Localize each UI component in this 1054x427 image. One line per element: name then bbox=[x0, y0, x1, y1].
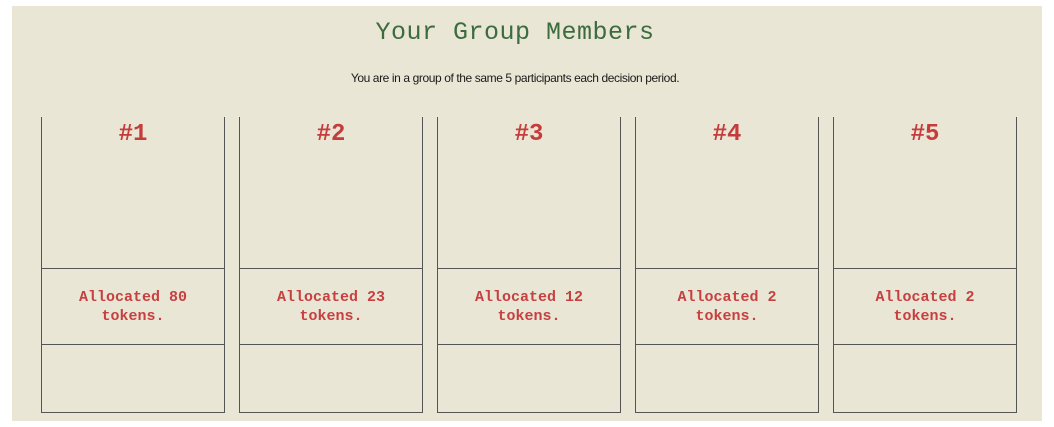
allocation-box: Allocated 23 tokens. bbox=[239, 268, 423, 345]
allocation-text: Allocated 23 tokens. bbox=[276, 288, 386, 325]
allocation-text: Allocated 12 tokens. bbox=[474, 288, 584, 325]
allocation-text: Allocated 2 tokens. bbox=[677, 288, 777, 325]
member-card-3: #3 Allocated 12 tokens. bbox=[437, 117, 621, 413]
member-card-5: #5 Allocated 2 tokens. bbox=[833, 117, 1017, 413]
member-card-frame bbox=[239, 117, 423, 413]
member-card-2: #2 Allocated 23 tokens. bbox=[239, 117, 423, 413]
page-title: Your Group Members bbox=[375, 18, 655, 47]
page-subtitle: You are in a group of the same 5 partici… bbox=[350, 71, 680, 85]
allocation-box: Allocated 2 tokens. bbox=[833, 268, 1017, 345]
member-card-4: #4 Allocated 2 tokens. bbox=[635, 117, 819, 413]
member-number: #2 bbox=[316, 121, 346, 148]
member-number: #3 bbox=[514, 121, 544, 148]
member-number: #1 bbox=[118, 121, 148, 148]
member-card-frame bbox=[437, 117, 621, 413]
allocation-text: Allocated 2 tokens. bbox=[875, 288, 975, 325]
member-number: #4 bbox=[712, 121, 742, 148]
member-card-frame bbox=[41, 117, 225, 413]
member-number: #5 bbox=[910, 121, 940, 148]
member-card-1: #1 Allocated 80 tokens. bbox=[41, 117, 225, 413]
allocation-box: Allocated 80 tokens. bbox=[41, 268, 225, 345]
allocation-box: Allocated 2 tokens. bbox=[635, 268, 819, 345]
allocation-box: Allocated 12 tokens. bbox=[437, 268, 621, 345]
member-card-frame bbox=[833, 117, 1017, 413]
allocation-text: Allocated 80 tokens. bbox=[78, 288, 188, 325]
member-card-frame bbox=[635, 117, 819, 413]
